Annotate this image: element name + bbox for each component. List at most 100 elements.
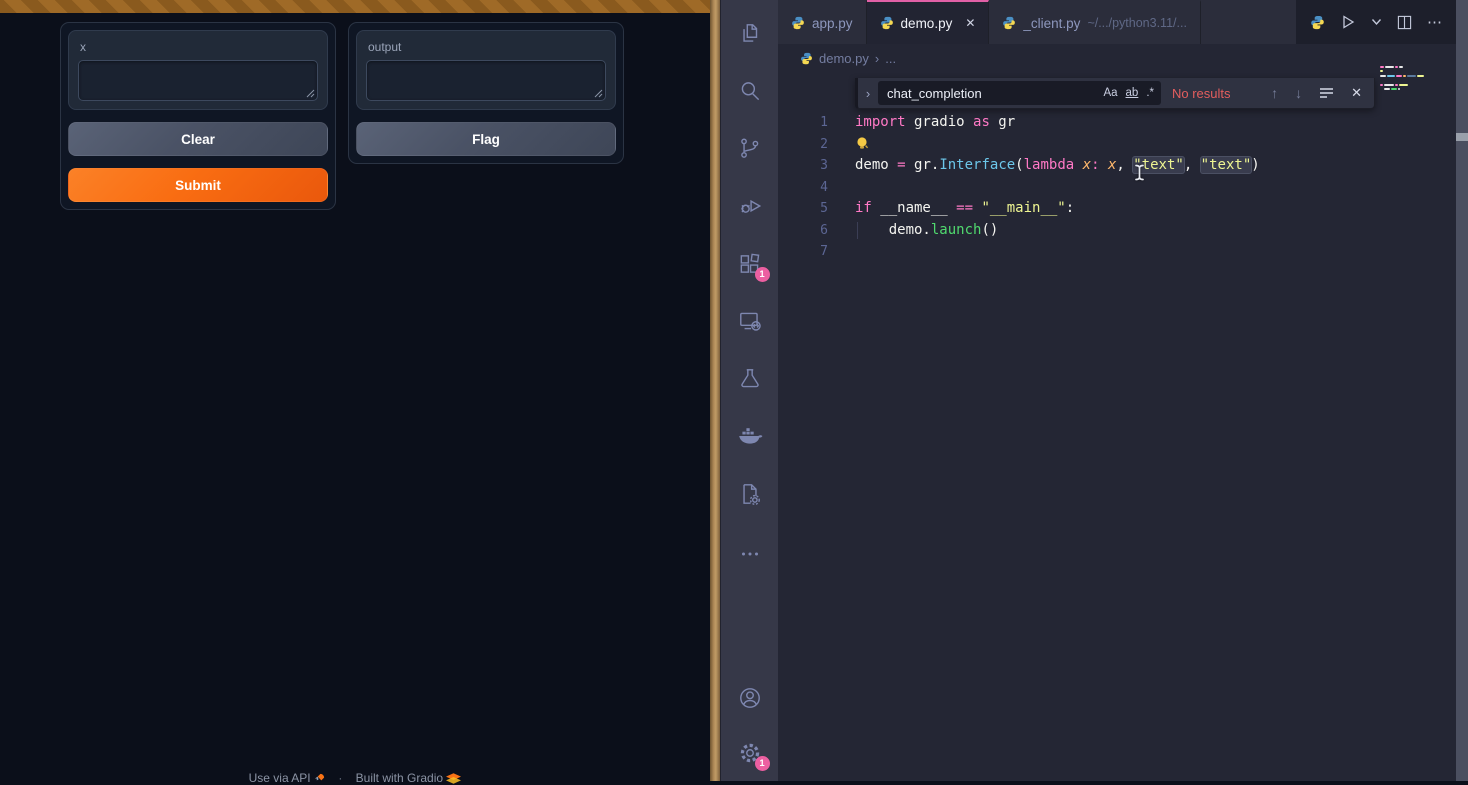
find-widget: › Aa ab .* No results ↑ ↓ ✕ [855,78,1375,109]
submit-button[interactable]: Submit [68,168,328,202]
quick-fix-lightbulb-icon[interactable] [855,136,870,151]
find-nav: ↑ ↓ ✕ [1271,85,1374,101]
code-token [1100,157,1108,173]
indent-guide [857,222,858,240]
tab-app-py[interactable]: app.py [778,0,867,44]
code-token: Interface [939,157,1015,173]
tab-close-icon[interactable]: ✕ [965,16,975,30]
breadcrumb-file[interactable]: demo.py [819,51,869,66]
code-token: "text" [1133,157,1184,173]
code-line: 1import gradio as gr [778,112,1444,134]
python-interpreter-icon[interactable] [1310,15,1325,30]
next-match-icon[interactable]: ↓ [1295,85,1302,101]
breadcrumb-separator-icon: › [875,51,879,66]
clear-button[interactable]: Clear [68,122,328,156]
gradio-app-pane: x Clear Submit output Flag Use via API ·… [0,0,710,781]
footer-separator: · [338,771,342,785]
remote-explorer-icon[interactable] [737,308,763,334]
python-file-icon [880,16,894,30]
toggle-replace-chevron-icon[interactable]: › [858,86,878,101]
gradio-output-column: output Flag [348,22,624,164]
docker-icon[interactable] [737,423,763,449]
code-line: 5if __name__ == "__main__": [778,198,1444,220]
input-textbox-frame [78,60,318,101]
split-editor-icon[interactable] [1397,15,1412,30]
search-icon[interactable] [737,78,763,104]
activity-bar: 1 1 [720,0,778,781]
output-textbox[interactable] [367,61,605,100]
previous-match-icon[interactable]: ↑ [1271,85,1278,101]
code-token: , [1184,157,1201,173]
find-input-box: Aa ab .* [878,81,1161,105]
gradio-loading-bar [0,0,710,13]
input-textbox[interactable] [79,61,317,100]
editor-actions: ⋯ [1296,0,1456,44]
minimap[interactable] [1380,66,1448,108]
breadcrumb[interactable]: demo.py › ... [800,46,896,70]
code-token: as [973,114,990,130]
flag-button[interactable]: Flag [356,122,616,156]
window-divider[interactable] [710,0,720,781]
breadcrumb-more[interactable]: ... [885,51,896,66]
tab-client-py[interactable]: _client.py ~/.../python3.11/... [989,0,1201,44]
code-line: 4 [778,177,1444,199]
code-token: == [956,200,973,216]
whole-word-toggle[interactable]: ab [1126,87,1139,99]
background-scrollbar-thumb [1456,133,1468,141]
code-token: launch [931,222,982,238]
code-token: gr. [906,157,940,173]
code-token: : [1066,200,1074,216]
code-token: demo. [855,222,931,238]
code-line: 3demo = gr.Interface(lambda x: x, "text"… [778,155,1444,177]
file-settings-icon[interactable] [737,481,763,507]
line-number: 7 [778,241,828,263]
run-debug-icon[interactable] [737,193,763,219]
regex-toggle[interactable]: .* [1146,87,1154,99]
tab-description: ~/.../python3.11/... [1087,16,1187,30]
code-line: 7 [778,241,1444,263]
output-label: output [368,40,606,54]
match-case-toggle[interactable]: Aa [1103,87,1117,99]
accounts-icon[interactable] [737,685,763,711]
line-number: 6 [778,220,828,242]
extensions-badge: 1 [755,267,770,282]
testing-beaker-icon[interactable] [737,366,763,392]
run-file-icon[interactable] [1340,14,1356,30]
gradio-logo-icon [446,773,461,784]
find-input[interactable] [885,85,1095,102]
more-views-icon[interactable] [737,541,763,567]
code-lines: 1import gradio as gr23demo = gr.Interfac… [778,112,1444,263]
tab-label: app.py [812,16,853,31]
python-file-icon [791,16,805,30]
more-actions-icon[interactable]: ⋯ [1427,13,1442,31]
code-token: __name__ [872,200,956,216]
tab-demo-py[interactable]: demo.py ✕ [867,0,990,44]
settings-badge: 1 [755,756,770,771]
gradio-input-column: x Clear Submit [60,22,336,210]
run-dropdown-chevron-icon[interactable] [1371,18,1382,26]
input-label: x [80,40,318,54]
code-token: ) [1251,157,1259,173]
settings-gear-icon[interactable]: 1 [737,740,763,766]
rocket-icon [314,773,325,784]
find-in-selection-icon[interactable] [1319,87,1334,99]
built-with-gradio-link[interactable]: Built with Gradio [356,771,443,785]
code-token: , [1116,157,1133,173]
code-editor[interactable]: 1import gradio as gr23demo = gr.Interfac… [778,112,1444,263]
tab-label: _client.py [1023,16,1080,31]
gradio-input-block: x [68,30,328,110]
code-token: x [1083,157,1091,173]
code-token: gradio [906,114,973,130]
code-token: "text" [1201,157,1252,173]
line-number: 1 [778,112,828,134]
background-window-edge [1456,0,1468,781]
source-control-icon[interactable] [737,136,763,162]
explorer-icon[interactable] [737,21,763,47]
gradio-output-block: output [356,30,616,110]
close-find-icon[interactable]: ✕ [1351,85,1362,101]
code-line: 6 demo.launch() [778,220,1444,242]
extensions-icon[interactable]: 1 [737,251,763,277]
line-number: 5 [778,198,828,220]
find-results-status: No results [1172,86,1231,101]
use-via-api-link[interactable]: Use via API [249,771,311,785]
